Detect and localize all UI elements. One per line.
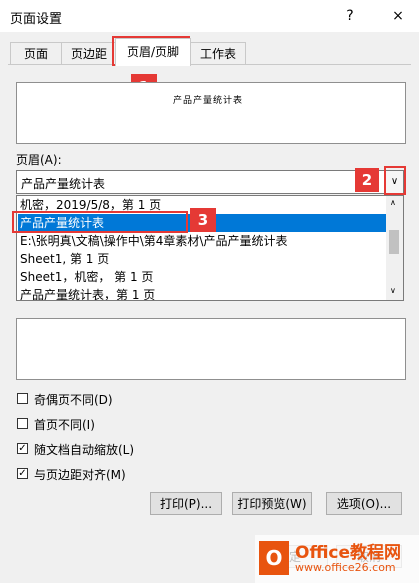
watermark-url: www.office26.com [295, 561, 396, 574]
print-preview-button[interactable]: 打印预览(W) [232, 492, 312, 515]
list-item[interactable]: E:\张明真\文稿\操作中\第4章素材\产品产量统计表 [18, 232, 388, 250]
tab-page[interactable]: 页面 [10, 42, 62, 65]
first-page-checkbox[interactable] [17, 418, 28, 429]
list-item[interactable]: Sheet1, 第 1 页 [18, 250, 388, 268]
first-page-label: 首页不同(I) [34, 418, 95, 432]
tab-margins[interactable]: 页边距 [61, 42, 117, 65]
header-preview-text: 产品产量统计表 [173, 96, 244, 106]
list-scrollbar[interactable]: ∧ ∨ [386, 196, 403, 300]
tab-header-footer[interactable]: 页眉/页脚 [115, 38, 191, 66]
scale-with-doc-label: 随文档自动缩放(L) [34, 443, 135, 457]
dropdown-highlight-box [384, 166, 406, 195]
options-button[interactable]: 选项(O)... [326, 492, 402, 515]
footer-preview [16, 318, 406, 380]
header-combobox-value: 产品产量统计表 [21, 177, 106, 191]
watermark-brand: Office教程网 [295, 543, 402, 563]
scroll-up-icon[interactable]: ∧ [390, 198, 396, 207]
odd-even-checkbox[interactable] [17, 393, 28, 404]
scrollbar-thumb[interactable] [389, 230, 399, 254]
annotation-badge-3: 3 [190, 208, 216, 232]
align-margins-checkbox[interactable]: ✓ [17, 468, 28, 479]
watermark: O Office教程网 www.office26.com [255, 535, 419, 583]
annotation-badge-2: 2 [355, 168, 379, 192]
office-logo-icon: O [259, 541, 289, 575]
print-button[interactable]: 打印(P)... [150, 492, 222, 515]
list-item[interactable]: 产品产量统计表，第 1 页 [18, 286, 388, 300]
header-combobox[interactable]: 产品产量统计表 ∨ [16, 170, 404, 194]
header-label: 页眉(A): [16, 153, 62, 167]
selected-item-highlight-box [12, 211, 188, 233]
list-item[interactable]: Sheet1，机密， 第 1 页 [18, 268, 388, 286]
scale-with-doc-checkbox[interactable]: ✓ [17, 443, 28, 454]
align-margins-label: 与页边距对齐(M) [34, 468, 126, 482]
scroll-down-icon[interactable]: ∨ [390, 286, 396, 295]
header-preview: 产品产量统计表 [16, 82, 406, 144]
close-button[interactable]: × [388, 6, 408, 26]
help-button[interactable]: ? [340, 6, 360, 26]
dialog-title: 页面设置 [10, 12, 63, 27]
tab-sheet[interactable]: 工作表 [190, 42, 246, 65]
tab-panel-border [8, 64, 411, 65]
odd-even-label: 奇偶页不同(D) [34, 393, 113, 407]
